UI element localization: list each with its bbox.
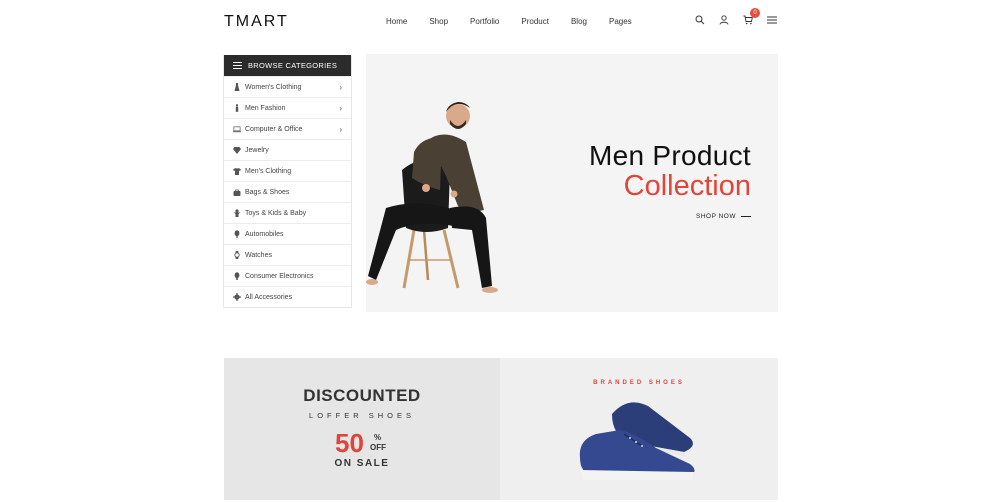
sidebar-item-watches[interactable]: Watches bbox=[224, 244, 351, 265]
sidebar-item-womens-clothing[interactable]: Women's Clothing › bbox=[224, 76, 351, 97]
shop-now-link[interactable]: SHOP NOW bbox=[696, 213, 751, 220]
shirt-icon bbox=[233, 167, 241, 175]
search-icon[interactable] bbox=[694, 14, 706, 26]
site-logo[interactable]: TMART bbox=[224, 13, 289, 31]
menu-icon[interactable] bbox=[766, 14, 778, 26]
chevron-right-icon: › bbox=[339, 124, 342, 134]
sidebar-item-label: Toys & Kids & Baby bbox=[245, 209, 307, 217]
sidebar-item-label: Automobiles bbox=[245, 230, 284, 238]
sidebar-item-consumer-electronics[interactable]: Consumer Electronics bbox=[224, 265, 351, 286]
hero-model-image bbox=[366, 102, 498, 293]
discount-off-label: OFF bbox=[370, 443, 386, 452]
sidebar-item-mens-clothing[interactable]: Men's Clothing bbox=[224, 160, 351, 181]
nav-product[interactable]: Product bbox=[521, 17, 549, 26]
sidebar-item-label: Men Fashion bbox=[245, 104, 286, 112]
hero-title-line2: Collection bbox=[623, 170, 751, 202]
bag-icon bbox=[233, 188, 241, 196]
user-icon[interactable] bbox=[718, 14, 730, 26]
browse-categories-header[interactable]: BROWSE CATEGORIES bbox=[224, 55, 351, 76]
diamond-icon bbox=[233, 146, 241, 154]
watch-icon bbox=[233, 251, 241, 259]
phone-icon bbox=[233, 272, 241, 280]
sidebar-item-label: Jewelry bbox=[245, 146, 269, 154]
sidebar-item-jewelry[interactable]: Jewelry bbox=[224, 139, 351, 160]
on-sale-label: ON SALE bbox=[334, 458, 390, 469]
discount-title: DISCOUNTED bbox=[303, 386, 421, 405]
sidebar-item-label: Women's Clothing bbox=[245, 83, 302, 91]
sidebar-item-computer-office[interactable]: Computer & Office › bbox=[224, 118, 351, 139]
nav-home[interactable]: Home bbox=[386, 17, 407, 26]
sidebar-item-bags-shoes[interactable]: Bags & Shoes bbox=[224, 181, 351, 202]
sidebar-item-label: Watches bbox=[245, 251, 272, 259]
nav-blog[interactable]: Blog bbox=[571, 17, 587, 26]
sidebar-item-all-accessories[interactable]: All Accessories bbox=[224, 286, 351, 307]
discount-percent-symbol: % bbox=[374, 433, 382, 442]
discount-percent: 50 bbox=[335, 428, 364, 458]
shop-now-label: SHOP NOW bbox=[696, 213, 736, 220]
main-nav: Home Shop Portfolio Product Blog Pages bbox=[386, 17, 654, 26]
sidebar-item-toys-kids-baby[interactable]: Toys & Kids & Baby bbox=[224, 202, 351, 223]
chevron-right-icon: › bbox=[339, 103, 342, 113]
sidebar-item-men-fashion[interactable]: Men Fashion › bbox=[224, 97, 351, 118]
arrow-line-icon bbox=[741, 216, 751, 217]
sidebar-item-label: Bags & Shoes bbox=[245, 188, 290, 196]
gear-icon bbox=[233, 293, 241, 301]
car-icon bbox=[233, 230, 241, 238]
chevron-right-icon: › bbox=[339, 82, 342, 92]
header-icons: 0 bbox=[694, 8, 778, 26]
hamburger-icon bbox=[233, 62, 242, 69]
category-sidebar: BROWSE CATEGORIES Women's Clothing › Men… bbox=[223, 55, 352, 308]
hero-banner: Men Product Collection SHOP NOW bbox=[366, 54, 778, 312]
dress-icon bbox=[233, 83, 241, 91]
sidebar-item-label: All Accessories bbox=[245, 293, 293, 301]
toy-icon bbox=[233, 209, 241, 217]
nav-pages[interactable]: Pages bbox=[609, 17, 632, 26]
browse-categories-title: BROWSE CATEGORIES bbox=[248, 61, 338, 70]
hero-title-line1: Men Product bbox=[588, 140, 751, 171]
sidebar-item-label: Consumer Electronics bbox=[245, 272, 314, 280]
branded-shoes-label: BRANDED SHOES bbox=[593, 380, 685, 386]
sidebar-item-label: Computer & Office bbox=[245, 125, 303, 133]
shoe-image bbox=[579, 402, 695, 480]
nav-shop[interactable]: Shop bbox=[429, 17, 448, 26]
laptop-icon bbox=[233, 125, 241, 133]
man-icon bbox=[233, 104, 241, 112]
discount-banner[interactable]: DISCOUNTED LOFFER SHOES 50 % OFF ON SALE bbox=[224, 358, 500, 500]
sidebar-item-automobiles[interactable]: Automobiles bbox=[224, 223, 351, 244]
branded-shoes-banner[interactable]: BRANDED SHOES bbox=[500, 358, 778, 500]
cart-icon[interactable]: 0 bbox=[742, 8, 760, 26]
discount-subtitle: LOFFER SHOES bbox=[309, 411, 415, 420]
cart-count-badge: 0 bbox=[750, 8, 760, 18]
nav-portfolio[interactable]: Portfolio bbox=[470, 17, 499, 26]
sidebar-item-label: Men's Clothing bbox=[245, 167, 292, 175]
